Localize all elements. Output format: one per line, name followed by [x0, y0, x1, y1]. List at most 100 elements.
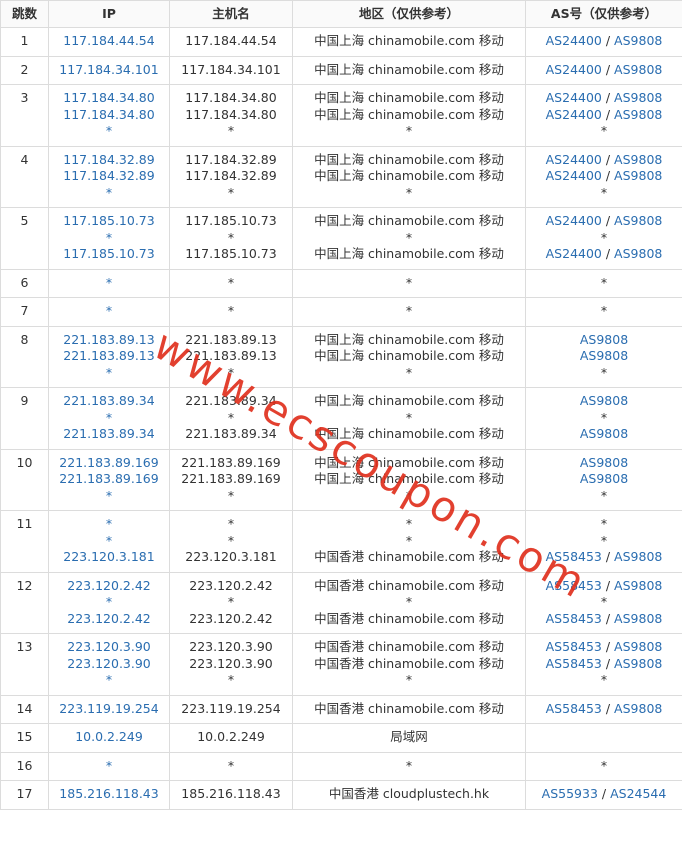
ip-cell: 117.184.34.80 117.184.34.80 * [48, 84, 170, 147]
host-name: * [227, 184, 235, 200]
as-link[interactable]: AS9808 [580, 348, 628, 363]
as-link[interactable]: AS9808 [614, 33, 662, 48]
ip-address[interactable]: 223.120.3.90 [51, 656, 167, 673]
as-link[interactable]: AS24400 [546, 33, 602, 48]
as-empty: * [600, 516, 608, 531]
hop-cell: 11 [0, 510, 49, 573]
host-name: 117.185.10.73 [185, 246, 277, 261]
ip-address: * [105, 184, 113, 200]
region-text: * [405, 757, 413, 773]
hop-number: 12 [16, 577, 33, 593]
ip-address[interactable]: 117.184.34.80 [51, 107, 167, 124]
as-cell: AS24400 / AS9808 [525, 55, 682, 85]
ip-address[interactable]: 10.0.2.249 [51, 729, 167, 746]
ip-address[interactable]: 221.183.89.34 [51, 426, 167, 443]
ip-address[interactable]: 223.119.19.254 [51, 701, 167, 718]
as-line: AS24400 / AS9808 [528, 62, 680, 79]
as-link[interactable]: AS9808 [580, 455, 628, 470]
as-link[interactable]: AS9808 [614, 213, 662, 228]
as-link[interactable]: AS24400 [546, 168, 602, 183]
hop-number: 1 [20, 33, 29, 48]
as-link[interactable]: AS9808 [614, 62, 662, 77]
ip-address[interactable]: 221.183.89.13 [51, 332, 167, 349]
as-link[interactable]: AS58453 [546, 639, 602, 654]
as-link[interactable]: AS9808 [580, 332, 628, 347]
hop-number: 6 [20, 274, 29, 290]
hop-cell: 3 [0, 84, 49, 147]
ip-address[interactable]: 117.184.32.89 [51, 152, 167, 169]
as-link[interactable]: AS9808 [580, 393, 628, 408]
ip-address[interactable]: 223.120.3.90 [51, 639, 167, 656]
as-link[interactable]: AS9808 [614, 90, 662, 105]
as-link[interactable]: AS24400 [546, 62, 602, 77]
as-link[interactable]: AS9808 [580, 471, 628, 486]
as-link[interactable]: AS9808 [614, 656, 662, 671]
host-name: * [227, 532, 235, 548]
as-link[interactable]: AS9808 [614, 701, 662, 716]
table-row: 5 117.185.10.73 * 117.185.10.73 117.185.10.7… [0, 207, 682, 270]
region-text: 中国上海 chinamobile.com 移动 [314, 331, 504, 347]
ip-cell: 221.183.89.13 221.183.89.13 * [48, 325, 170, 388]
as-link[interactable]: AS24400 [546, 152, 602, 167]
as-link[interactable]: AS24400 [546, 246, 602, 261]
hop-number: 15 [16, 729, 33, 744]
ip-address[interactable]: 117.185.10.73 [51, 246, 167, 263]
ip-address[interactable]: 117.184.44.54 [51, 33, 167, 50]
header-as: AS号（仅供参考） [525, 0, 682, 28]
region-text: * [405, 516, 413, 531]
as-link[interactable]: AS24544 [610, 786, 666, 801]
as-line: AS9808 [528, 455, 680, 472]
region-cell: * [292, 268, 526, 298]
as-link[interactable]: AS24400 [546, 90, 602, 105]
as-link[interactable]: AS9808 [614, 578, 662, 593]
as-link[interactable]: AS9808 [614, 611, 662, 626]
hop-number: 5 [20, 213, 29, 228]
hop-cell: 12 [0, 571, 49, 634]
ip-address[interactable]: 221.183.89.34 [51, 393, 167, 410]
ip-address[interactable]: 117.185.10.73 [51, 213, 167, 230]
region-text: 中国香港 chinamobile.com 移动 [314, 549, 504, 564]
host-cell: 117.184.32.89 117.184.32.89 * [169, 145, 293, 208]
host-name: * [227, 303, 235, 318]
as-link[interactable]: AS58453 [546, 656, 602, 671]
ip-address[interactable]: 117.184.34.80 [51, 90, 167, 107]
as-link[interactable]: AS9808 [580, 426, 628, 441]
as-link[interactable]: AS58453 [546, 611, 602, 626]
ip-address[interactable]: 223.120.2.42 [51, 611, 167, 628]
host-cell: 221.183.89.34 * 221.183.89.34 [169, 387, 293, 450]
host-cell: 223.120.3.90 223.120.3.90 * [169, 633, 293, 696]
hop-cell: 15 [0, 723, 49, 753]
ip-address[interactable]: 221.183.89.169 [51, 471, 167, 488]
ip-address[interactable]: 117.184.34.101 [51, 62, 167, 79]
ip-address[interactable]: 223.120.2.42 [51, 578, 167, 595]
region-text: 中国上海 chinamobile.com 移动 [314, 151, 504, 167]
region-text: * [405, 532, 413, 548]
host-cell: 117.185.10.73 * 117.185.10.73 [169, 207, 293, 270]
as-link[interactable]: AS55933 [542, 786, 598, 801]
as-link[interactable]: AS58453 [546, 549, 602, 564]
as-link[interactable]: AS58453 [546, 578, 602, 593]
as-link[interactable]: AS24400 [546, 213, 602, 228]
ip-address[interactable]: 185.216.118.43 [51, 786, 167, 803]
as-empty: * [600, 274, 608, 290]
ip-address[interactable]: 117.184.32.89 [51, 168, 167, 185]
ip-address[interactable]: 223.120.3.181 [51, 549, 167, 566]
as-line: AS9808 [528, 348, 680, 365]
region-cell: 中国香港 chinamobile.com 移动 [292, 694, 526, 724]
as-link[interactable]: AS9808 [614, 168, 662, 183]
as-link[interactable]: AS9808 [614, 549, 662, 564]
as-link[interactable]: AS9808 [614, 152, 662, 167]
as-link[interactable]: AS24400 [546, 107, 602, 122]
as-cell: * [525, 297, 682, 327]
host-name: 221.183.89.13 [185, 331, 277, 347]
table-row: 3 117.184.34.80 117.184.34.80 * 117.184.34.8… [0, 84, 682, 147]
ip-address[interactable]: 221.183.89.169 [51, 455, 167, 472]
as-link[interactable]: AS9808 [614, 639, 662, 654]
hop-cell: 9 [0, 387, 49, 450]
as-link[interactable]: AS9808 [614, 107, 662, 122]
host-cell: 117.184.34.101 [169, 55, 293, 85]
hop-number: 14 [16, 700, 33, 716]
as-link[interactable]: AS9808 [614, 246, 662, 261]
ip-address[interactable]: 221.183.89.13 [51, 348, 167, 365]
as-link[interactable]: AS58453 [546, 701, 602, 716]
